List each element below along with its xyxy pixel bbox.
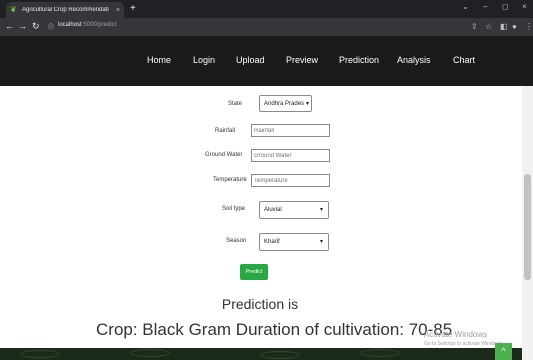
chevron-down-icon: ▾ <box>319 207 323 213</box>
rainfall-input[interactable] <box>251 124 330 137</box>
forward-arrow-icon[interactable]: → <box>18 21 27 32</box>
url-field[interactable]: ⓘ localhost:5000/predict <box>48 22 116 31</box>
side-panel-icon[interactable]: ◧ <box>500 22 508 31</box>
chevron-down-icon: ▾ <box>319 239 323 245</box>
close-tab-icon[interactable]: × <box>116 7 120 14</box>
browser-tab-strip: ❦ Agricultural Crop Recommendati × + ⌄ –… <box>0 0 533 18</box>
soil-type-select[interactable]: Aluvial ▾ <box>259 201 329 219</box>
minimize-window-icon[interactable]: – <box>483 2 487 11</box>
browser-address-bar: ← → ↻ ⓘ localhost:5000/predict ⇪ ☆ ◧ ● ⋮ <box>0 18 533 36</box>
nav-prediction[interactable]: Prediction <box>339 55 379 65</box>
chevron-up-icon: ^ <box>501 346 506 356</box>
url-host: localhost <box>58 22 82 28</box>
prediction-result: Crop: Black Gram Duration of cultivation… <box>96 320 453 339</box>
reload-icon[interactable]: ↻ <box>32 21 40 32</box>
profile-avatar-icon[interactable]: ● <box>512 22 517 31</box>
page-scrollbar[interactable] <box>522 86 533 360</box>
browser-menu-icon[interactable]: ⋮ <box>525 22 533 31</box>
site-navbar: Home Login Upload Preview Prediction Ana… <box>0 36 533 86</box>
footer-banner <box>0 348 522 360</box>
leaf-decoration <box>360 349 400 357</box>
season-select[interactable]: Kharif ▾ <box>259 233 329 251</box>
nav-home[interactable]: Home <box>147 55 171 65</box>
browser-tab-title: Agricultural Crop Recommendati <box>22 7 109 13</box>
tab-search-icon[interactable]: ⌄ <box>462 2 469 11</box>
nav-preview[interactable]: Preview <box>286 55 318 65</box>
soil-type-label: Soil type <box>222 206 246 212</box>
season-label: Season <box>226 238 247 244</box>
browser-tab[interactable]: ❦ Agricultural Crop Recommendati × <box>6 2 124 18</box>
nav-chart[interactable]: Chart <box>453 55 475 65</box>
close-window-icon[interactable]: × <box>522 2 527 11</box>
state-select-value: Andhra Prades <box>264 101 305 107</box>
ground-water-label: Ground Water <box>205 152 243 158</box>
temperature-label: Temperature <box>213 177 247 183</box>
nav-upload[interactable]: Upload <box>236 55 265 65</box>
prediction-form: State Andhra Prades ▾ Rainfall Ground Wa… <box>0 86 520 350</box>
soil-type-select-value: Aluvial <box>264 207 282 213</box>
chevron-down-icon: ▾ <box>305 101 309 107</box>
leaf-decoration <box>260 351 300 359</box>
leaf-decoration <box>130 349 170 357</box>
rainfall-label: Rainfall <box>215 128 236 134</box>
leaf-favicon-icon: ❦ <box>10 5 17 14</box>
maximize-window-icon[interactable]: ◻ <box>502 2 509 11</box>
site-info-icon[interactable]: ⓘ <box>48 22 54 31</box>
activate-windows-subtitle: Go to Settings to activate Windows. <box>424 341 503 347</box>
state-label: State <box>228 101 243 107</box>
scrollbar-thumb[interactable] <box>524 174 531 280</box>
temperature-input[interactable] <box>251 174 330 187</box>
back-to-top-button[interactable]: ^ <box>495 343 512 360</box>
nav-analysis[interactable]: Analysis <box>397 55 431 65</box>
activate-windows-title: Activate Windows <box>424 330 488 339</box>
nav-login[interactable]: Login <box>193 55 215 65</box>
url-path: :5000/predict <box>81 22 117 28</box>
state-select[interactable]: Andhra Prades ▾ <box>259 95 312 112</box>
bookmark-star-icon[interactable]: ☆ <box>485 22 492 31</box>
share-icon[interactable]: ⇪ <box>471 22 478 31</box>
season-select-value: Kharif <box>264 239 280 245</box>
new-tab-icon[interactable]: + <box>130 3 136 15</box>
ground-water-input[interactable] <box>251 149 330 162</box>
prediction-title: Prediction is <box>221 296 299 312</box>
back-arrow-icon[interactable]: ← <box>5 21 14 32</box>
leaf-decoration <box>20 350 60 358</box>
predict-button[interactable]: Predict <box>240 264 268 280</box>
